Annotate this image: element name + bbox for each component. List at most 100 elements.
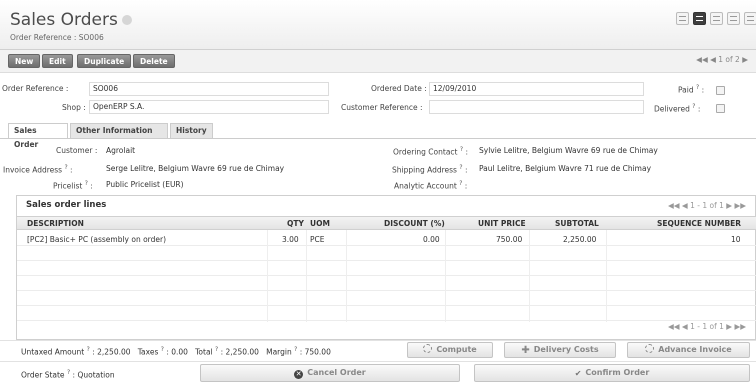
duplicate-button[interactable]: Duplicate	[77, 54, 132, 68]
form-view-icon[interactable]	[693, 12, 706, 25]
col-uom[interactable]: UOM	[310, 219, 330, 228]
shop-field[interactable]: OpenERP S.A.	[89, 100, 329, 114]
ordered-date-field[interactable]: 12/09/2010	[429, 82, 644, 96]
list-view-icon[interactable]	[676, 12, 689, 25]
table-row-empty	[17, 291, 756, 306]
delivered-checkbox[interactable]	[716, 104, 725, 113]
edit-button[interactable]: Edit	[42, 54, 73, 68]
line-sequence: 10	[731, 235, 741, 244]
totals-line: Untaxed Amount ? : 2,250.00 Taxes ? : 0.…	[21, 346, 331, 357]
order-state-colon: :	[72, 370, 76, 380]
help-icon[interactable]	[121, 15, 132, 25]
gears-icon	[423, 344, 433, 353]
col-subtotal[interactable]: SUBTOTAL	[555, 219, 599, 228]
delivery-costs-label: Delivery Costs	[533, 345, 599, 354]
prev-page-icon[interactable]: ◀	[682, 201, 688, 210]
col-sequence-number[interactable]: SEQUENCE NUMBER	[657, 219, 741, 228]
order-state-label: Order State	[21, 370, 65, 380]
calendar-view-icon[interactable]	[727, 12, 740, 25]
pricelist-colon: :	[90, 181, 93, 191]
invoice-address-help[interactable]: ?	[64, 164, 67, 171]
customer-reference-field[interactable]	[429, 100, 644, 114]
ordering-contact-field[interactable]: Sylvie Lelitre, Belgium Wavre 69 rue de …	[479, 146, 658, 155]
order-reference-field[interactable]: SO006	[89, 82, 329, 96]
shipping-address-label: Shipping Address ? :	[392, 164, 467, 175]
paid-checkbox[interactable]	[716, 86, 725, 95]
next-page-icon[interactable]: ▶	[742, 55, 748, 64]
margin-help[interactable]: ?	[294, 346, 297, 353]
invoice-address-field[interactable]: Serge Lelitre, Belgium Wavre 69 rue de C…	[106, 164, 284, 173]
delete-button[interactable]: Delete	[133, 54, 175, 68]
margin-label: Margin	[266, 347, 292, 357]
confirm-order-label: Confirm Order	[585, 368, 650, 377]
order-state-value: Quotation	[77, 370, 115, 380]
col-divider	[306, 230, 307, 322]
cancel-order-button[interactable]: ✕ Cancel Order	[200, 364, 460, 382]
table-row-empty	[17, 261, 756, 276]
untaxed-help[interactable]: ?	[87, 346, 90, 353]
gantt-view-icon[interactable]	[744, 12, 756, 25]
confirm-order-button[interactable]: ✔ Confirm Order	[474, 364, 750, 382]
prev-page-icon[interactable]: ◀	[682, 322, 688, 331]
ordering-contact-help[interactable]: ?	[460, 146, 463, 153]
paid-label-text: Paid	[678, 85, 694, 95]
separator	[0, 361, 756, 362]
col-divider	[606, 230, 607, 322]
first-page-icon[interactable]: ◀◀	[696, 55, 708, 64]
delivered-label-text: Delivered	[654, 104, 690, 114]
shipping-address-label-text: Shipping Address	[392, 165, 457, 175]
customer-field[interactable]: Agrolait	[106, 146, 135, 155]
col-qty[interactable]: QTY	[287, 219, 304, 228]
pager-text: 1 of 2	[718, 55, 740, 64]
table-row-empty	[17, 306, 756, 321]
advance-invoice-button[interactable]: Advance Invoice	[627, 342, 750, 358]
tab-sales-order[interactable]: Sales Order	[8, 123, 68, 149]
order-state-help[interactable]: ?	[67, 369, 70, 376]
compute-button[interactable]: Compute	[407, 342, 493, 358]
separator	[0, 340, 756, 341]
col-discount[interactable]: DISCOUNT (%)	[384, 219, 445, 228]
untaxed-label: Untaxed Amount	[21, 347, 85, 357]
last-page-icon[interactable]: ▶▶	[734, 322, 746, 331]
order-lines-pager-bottom[interactable]: ◀◀ ◀ 1 - 1 of 1 ▶ ▶▶	[668, 322, 746, 331]
last-page-icon[interactable]: ▶▶	[734, 201, 746, 210]
order-lines-pager-top[interactable]: ◀◀ ◀ 1 - 1 of 1 ▶ ▶▶	[668, 201, 746, 210]
pricelist-field[interactable]: Public Pricelist (EUR)	[106, 180, 184, 189]
tab-other-information[interactable]: Other Information	[70, 123, 168, 138]
analytic-account-help[interactable]: ?	[459, 180, 462, 187]
first-page-icon[interactable]: ◀◀	[668, 322, 680, 331]
shipping-address-colon: :	[464, 165, 468, 175]
taxes-help[interactable]: ?	[161, 346, 164, 353]
pricelist-help[interactable]: ?	[85, 180, 88, 187]
delivered-label: Delivered ? :	[654, 103, 700, 114]
delivery-costs-button[interactable]: ✚ Delivery Costs	[504, 342, 616, 358]
analytic-account-colon: :	[464, 181, 468, 191]
taxes-label: Taxes	[137, 347, 159, 357]
invoice-address-colon: :	[70, 165, 73, 175]
gears-icon	[645, 344, 655, 353]
order-lines-pager-text: 1 - 1 of 1	[690, 322, 724, 331]
record-pager[interactable]: ◀◀ ◀ 1 of 2 ▶	[696, 55, 748, 64]
first-page-icon[interactable]: ◀◀	[668, 201, 680, 210]
margin-colon: :	[299, 347, 303, 357]
shipping-address-field[interactable]: Paul Lelitre, Belgium Wavre 71 rue de Ch…	[479, 164, 651, 173]
new-button[interactable]: New	[8, 54, 41, 68]
col-description[interactable]: DESCRIPTION	[27, 219, 84, 228]
ordering-contact-colon: :	[465, 147, 468, 157]
paid-help[interactable]: ?	[696, 84, 699, 91]
untaxed-colon: :	[92, 347, 95, 357]
prev-page-icon[interactable]: ◀	[710, 55, 716, 64]
line-qty: 3.00	[282, 235, 299, 244]
col-unit-price[interactable]: UNIT PRICE	[478, 219, 526, 228]
ordered-date-label: Ordered Date :	[371, 84, 427, 93]
total-help[interactable]: ?	[215, 346, 218, 353]
taxes-colon: :	[166, 347, 169, 357]
graph-view-icon[interactable]	[710, 12, 723, 25]
margin-value: 750.00	[304, 347, 331, 357]
shipping-address-help[interactable]: ?	[459, 164, 462, 171]
col-divider	[267, 230, 268, 322]
delivered-help[interactable]: ?	[692, 103, 695, 110]
next-page-icon[interactable]: ▶	[726, 201, 732, 210]
tab-history[interactable]: History	[170, 123, 213, 138]
next-page-icon[interactable]: ▶	[726, 322, 732, 331]
